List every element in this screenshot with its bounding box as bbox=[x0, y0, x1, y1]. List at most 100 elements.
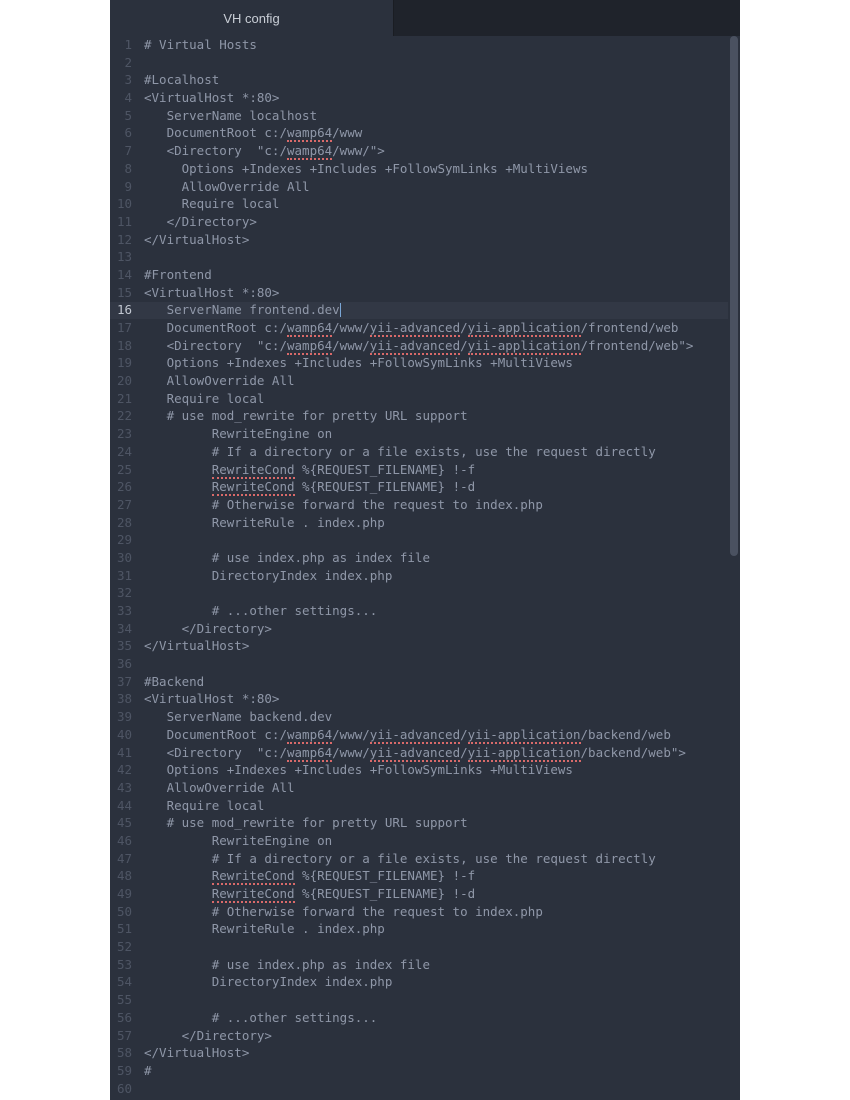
code-line[interactable]: RewriteCond %{REQUEST_FILENAME} !-f bbox=[140, 867, 740, 885]
code-text: /www bbox=[332, 125, 362, 140]
code-line[interactable] bbox=[140, 531, 740, 549]
code-line[interactable]: </Directory> bbox=[140, 620, 740, 638]
code-line[interactable]: # ...other settings... bbox=[140, 602, 740, 620]
code-text: # bbox=[144, 1063, 152, 1078]
code-line[interactable]: </VirtualHost> bbox=[140, 637, 740, 655]
code-text: # ...other settings... bbox=[144, 603, 377, 618]
code-line[interactable]: ServerName backend.dev bbox=[140, 708, 740, 726]
code-line[interactable]: </Directory> bbox=[140, 213, 740, 231]
code-line[interactable]: <VirtualHost *:80> bbox=[140, 89, 740, 107]
line-number: 8 bbox=[110, 160, 132, 178]
scroll-thumb[interactable] bbox=[730, 36, 738, 556]
code-text: /frontend/web"> bbox=[581, 338, 694, 353]
vertical-scrollbar[interactable] bbox=[728, 36, 740, 1100]
code-text: </Directory> bbox=[144, 214, 257, 229]
code-line[interactable] bbox=[140, 1080, 740, 1098]
code-line[interactable]: Options +Indexes +Includes +FollowSymLin… bbox=[140, 354, 740, 372]
code-line[interactable]: </Directory> bbox=[140, 1027, 740, 1045]
code-line[interactable]: DirectoryIndex index.php bbox=[140, 973, 740, 991]
code-line[interactable]: AllowOverride All bbox=[140, 779, 740, 797]
tab-label: VH config bbox=[223, 11, 279, 26]
code-line[interactable]: ServerName localhost bbox=[140, 107, 740, 125]
code-area[interactable]: 1234567891011121314151617181920212223242… bbox=[110, 36, 740, 1100]
code-line[interactable]: # ...other settings... bbox=[140, 1009, 740, 1027]
code-line[interactable]: # Otherwise forward the request to index… bbox=[140, 903, 740, 921]
code-line[interactable]: DocumentRoot c:/wamp64/www bbox=[140, 124, 740, 142]
code-line[interactable]: Options +Indexes +Includes +FollowSymLin… bbox=[140, 761, 740, 779]
code-line[interactable]: # If a directory or a file exists, use t… bbox=[140, 443, 740, 461]
code-text: DirectoryIndex index.php bbox=[144, 568, 392, 583]
code-line[interactable] bbox=[140, 54, 740, 72]
code-text: %{REQUEST_FILENAME} !-f bbox=[295, 462, 476, 477]
code-line[interactable]: <Directory "c:/wamp64/www/yii-advanced/y… bbox=[140, 744, 740, 762]
code-text: </Directory> bbox=[144, 621, 272, 636]
code-line[interactable]: RewriteCond %{REQUEST_FILENAME} !-d bbox=[140, 885, 740, 903]
code-line[interactable]: RewriteRule . index.php bbox=[140, 514, 740, 532]
code-line[interactable]: Require local bbox=[140, 390, 740, 408]
code-line[interactable]: DirectoryIndex index.php bbox=[140, 567, 740, 585]
spell-underline-text: wamp64 bbox=[287, 143, 332, 160]
code-line[interactable]: <VirtualHost *:80> bbox=[140, 284, 740, 302]
code-line[interactable]: RewriteRule . index.php bbox=[140, 920, 740, 938]
line-number: 10 bbox=[110, 195, 132, 213]
code-line[interactable]: Options +Indexes +Includes +FollowSymLin… bbox=[140, 160, 740, 178]
code-lines[interactable]: # Virtual Hosts#Localhost<VirtualHost *:… bbox=[140, 36, 740, 1100]
line-number: 5 bbox=[110, 107, 132, 125]
line-number: 32 bbox=[110, 584, 132, 602]
code-line[interactable] bbox=[140, 938, 740, 956]
code-line[interactable]: <Directory "c:/wamp64/www/yii-advanced/y… bbox=[140, 337, 740, 355]
code-line[interactable]: #Localhost bbox=[140, 71, 740, 89]
code-text bbox=[144, 868, 212, 883]
code-line[interactable]: #Frontend bbox=[140, 266, 740, 284]
code-text: # If a directory or a file exists, use t… bbox=[144, 444, 656, 459]
code-line[interactable]: <Directory "c:/wamp64/www/"> bbox=[140, 142, 740, 160]
code-line[interactable]: AllowOverride All bbox=[140, 372, 740, 390]
code-line[interactable]: # use mod_rewrite for pretty URL support bbox=[140, 407, 740, 425]
code-text: / bbox=[460, 745, 468, 760]
code-line[interactable]: RewriteEngine on bbox=[140, 832, 740, 850]
code-text: /www/ bbox=[332, 338, 370, 353]
code-text: RewriteEngine on bbox=[144, 426, 332, 441]
code-line[interactable]: # Virtual Hosts bbox=[140, 36, 740, 54]
code-line[interactable]: Require local bbox=[140, 195, 740, 213]
code-text: %{REQUEST_FILENAME} !-d bbox=[295, 886, 476, 901]
code-line[interactable]: # use mod_rewrite for pretty URL support bbox=[140, 814, 740, 832]
code-line[interactable]: </VirtualHost> bbox=[140, 231, 740, 249]
code-line[interactable]: # bbox=[140, 1062, 740, 1080]
line-number: 41 bbox=[110, 744, 132, 762]
line-number: 7 bbox=[110, 142, 132, 160]
code-text: ServerName backend.dev bbox=[144, 709, 332, 724]
spell-underline-text: wamp64 bbox=[287, 727, 332, 744]
code-text: DirectoryIndex index.php bbox=[144, 974, 392, 989]
code-line[interactable]: </VirtualHost> bbox=[140, 1044, 740, 1062]
code-line[interactable]: Require local bbox=[140, 797, 740, 815]
code-line[interactable] bbox=[140, 584, 740, 602]
code-line[interactable] bbox=[140, 248, 740, 266]
code-text: ServerName frontend.dev bbox=[144, 302, 340, 317]
code-line[interactable]: RewriteCond %{REQUEST_FILENAME} !-f bbox=[140, 461, 740, 479]
code-line[interactable]: # use index.php as index file bbox=[140, 549, 740, 567]
code-line[interactable]: #Backend bbox=[140, 673, 740, 691]
code-line[interactable] bbox=[140, 991, 740, 1009]
code-line[interactable]: # use index.php as index file bbox=[140, 956, 740, 974]
code-text: /www/ bbox=[332, 727, 370, 742]
code-text: </VirtualHost> bbox=[144, 638, 249, 653]
code-line[interactable]: DocumentRoot c:/wamp64/www/yii-advanced/… bbox=[140, 726, 740, 744]
code-line[interactable] bbox=[140, 655, 740, 673]
code-line[interactable]: # If a directory or a file exists, use t… bbox=[140, 850, 740, 868]
spell-underline-text: yii-application bbox=[468, 320, 581, 337]
code-line[interactable]: AllowOverride All bbox=[140, 178, 740, 196]
line-number: 26 bbox=[110, 478, 132, 496]
line-number: 46 bbox=[110, 832, 132, 850]
code-line[interactable]: <VirtualHost *:80> bbox=[140, 690, 740, 708]
code-text: AllowOverride All bbox=[144, 780, 295, 795]
code-line[interactable]: RewriteCond %{REQUEST_FILENAME} !-d bbox=[140, 478, 740, 496]
code-line[interactable]: # Otherwise forward the request to index… bbox=[140, 496, 740, 514]
code-line[interactable]: DocumentRoot c:/wamp64/www/yii-advanced/… bbox=[140, 319, 740, 337]
code-line[interactable]: RewriteEngine on bbox=[140, 425, 740, 443]
tab-vh-config[interactable]: VH config bbox=[110, 0, 394, 36]
code-text: Options +Indexes +Includes +FollowSymLin… bbox=[144, 355, 573, 370]
code-text: # Virtual Hosts bbox=[144, 37, 257, 52]
line-number: 58 bbox=[110, 1044, 132, 1062]
code-text: # use mod_rewrite for pretty URL support bbox=[144, 815, 468, 830]
